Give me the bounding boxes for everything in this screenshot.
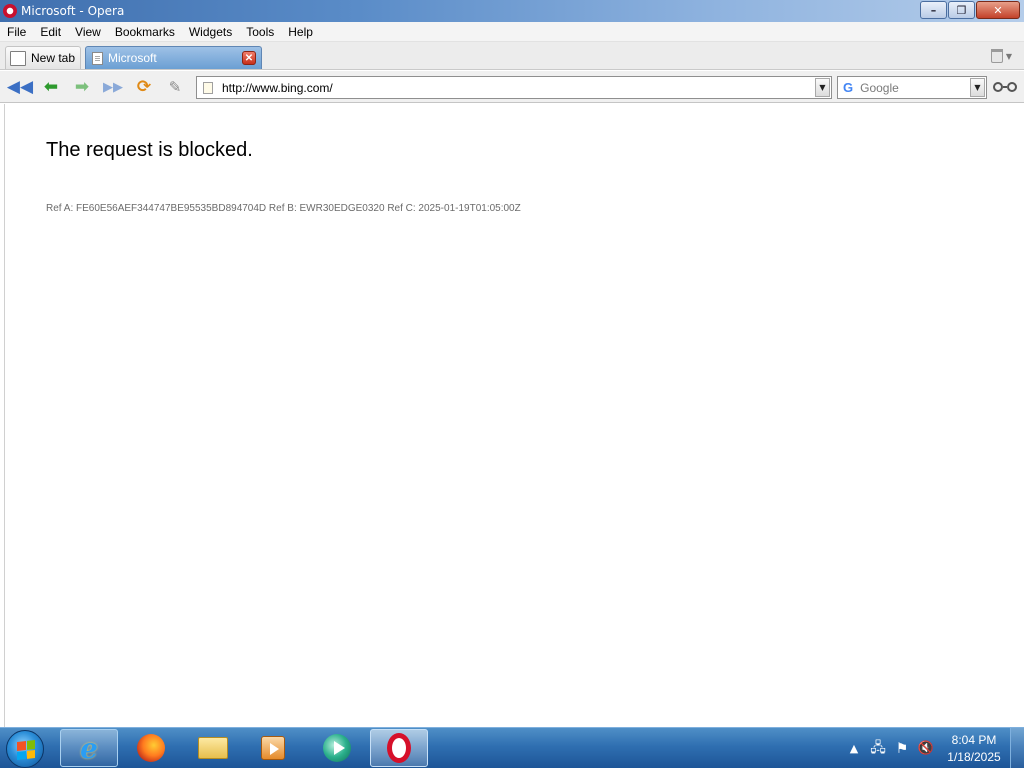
page-icon — [203, 81, 213, 94]
media-center-icon — [323, 734, 351, 762]
address-dropdown-icon[interactable]: ▼ — [815, 78, 830, 97]
menu-edit[interactable]: Edit — [33, 25, 68, 39]
window-controls: – ❐ ✕ — [919, 1, 1020, 19]
opera-logo-icon — [3, 4, 17, 18]
system-tray: ▲ 🖧 ⚑ 🔇 — [844, 728, 940, 768]
navigation-toolbar: ◀◀ ⬅ ➡ ▶▶ ⟳ ✎ http://www.bing.com/ ▼ G G… — [0, 71, 1024, 103]
fast-forward-icon: ▶▶ — [103, 79, 123, 95]
taskbar-opera[interactable] — [370, 729, 428, 767]
search-engine-dropdown-icon[interactable]: ▼ — [970, 78, 985, 97]
forward-arrow-icon: ➡ — [74, 77, 90, 97]
taskbar-firefox[interactable] — [122, 729, 180, 767]
opera-icon — [387, 733, 411, 763]
menu-file[interactable]: File — [0, 25, 33, 39]
back-button[interactable]: ⬅ — [40, 76, 62, 98]
title-bar: Microsoft - Opera – ❐ ✕ — [0, 0, 1024, 22]
search-box[interactable]: G Google ▼ — [837, 76, 987, 99]
menu-bookmarks[interactable]: Bookmarks — [108, 25, 182, 39]
menu-view[interactable]: View — [68, 25, 108, 39]
reload-icon: ⟳ — [136, 77, 152, 97]
forward-button[interactable]: ➡ — [71, 76, 93, 98]
start-button[interactable] — [6, 730, 44, 768]
rewind-button[interactable]: ◀◀ — [6, 76, 34, 98]
zoom-glasses-button[interactable] — [993, 80, 1017, 94]
menu-widgets[interactable]: Widgets — [182, 25, 239, 39]
internet-explorer-icon: e — [80, 731, 98, 765]
fast-forward-button[interactable]: ▶▶ — [102, 76, 124, 98]
pencil-icon: ✎ — [168, 78, 182, 96]
media-player-icon — [261, 736, 285, 760]
menu-help[interactable]: Help — [281, 25, 320, 39]
minimize-button[interactable]: – — [920, 1, 947, 19]
taskbar-internet-explorer[interactable]: e — [60, 729, 118, 767]
clock[interactable]: 8:04 PM 1/18/2025 — [942, 732, 1006, 766]
tab-microsoft[interactable]: Microsoft ✕ — [85, 46, 262, 69]
tab-label: New tab — [31, 51, 76, 65]
closed-tabs-trash[interactable]: ▼ — [990, 49, 1012, 63]
maximize-button[interactable]: ❐ — [948, 1, 975, 19]
folder-icon — [198, 737, 228, 759]
window-title: Microsoft - Opera — [21, 4, 125, 18]
back-arrow-icon: ⬅ — [43, 77, 59, 97]
windows-logo-icon — [17, 740, 35, 760]
glasses-lens — [1007, 82, 1017, 92]
network-icon[interactable]: 🖧 — [868, 739, 888, 759]
address-text: http://www.bing.com/ — [222, 80, 333, 95]
new-tab-icon — [10, 50, 26, 66]
address-bar[interactable]: http://www.bing.com/ ▼ — [196, 76, 832, 99]
chevron-down-icon: ▼ — [1005, 51, 1012, 61]
document-icon — [92, 51, 103, 65]
taskbar-file-explorer[interactable] — [184, 729, 242, 767]
rewind-icon: ◀◀ — [6, 77, 34, 97]
blocked-message: The request is blocked. — [46, 139, 253, 161]
show-hidden-icons-icon[interactable]: ▲ — [844, 739, 864, 759]
taskbar-media-player[interactable] — [244, 729, 302, 767]
close-button[interactable]: ✕ — [976, 1, 1020, 19]
page-content: The request is blocked. Ref A: FE60E56AE… — [4, 104, 1024, 727]
tab-close-icon[interactable]: ✕ — [242, 51, 256, 65]
taskbar: e ▲ 🖧 ⚑ 🔇 8:04 PM 1/18/2025 — [0, 727, 1024, 768]
glasses-icon — [993, 82, 1003, 92]
google-icon[interactable]: G — [843, 80, 853, 95]
edit-button[interactable]: ✎ — [164, 76, 186, 98]
trash-icon — [990, 49, 1003, 63]
reference-info: Ref A: FE60E56AEF344747BE95535BD894704D … — [46, 203, 521, 214]
volume-muted-icon[interactable]: 🔇 — [916, 739, 936, 759]
tab-bar: New tab Microsoft ✕ ▼ — [0, 42, 1024, 70]
tab-label: Microsoft — [108, 51, 157, 65]
tab-new-tab[interactable]: New tab — [5, 46, 81, 69]
menu-tools[interactable]: Tools — [239, 25, 281, 39]
menu-bar: File Edit View Bookmarks Widgets Tools H… — [0, 22, 1024, 42]
reload-button[interactable]: ⟳ — [133, 76, 155, 98]
clock-time: 8:04 PM — [951, 733, 997, 747]
firefox-icon — [137, 734, 165, 762]
clock-date: 1/18/2025 — [947, 750, 1001, 764]
taskbar-media-center[interactable] — [308, 729, 366, 767]
show-desktop-button[interactable] — [1010, 728, 1024, 768]
action-center-flag-icon[interactable]: ⚑ — [892, 739, 912, 759]
search-placeholder: Google — [860, 80, 899, 95]
